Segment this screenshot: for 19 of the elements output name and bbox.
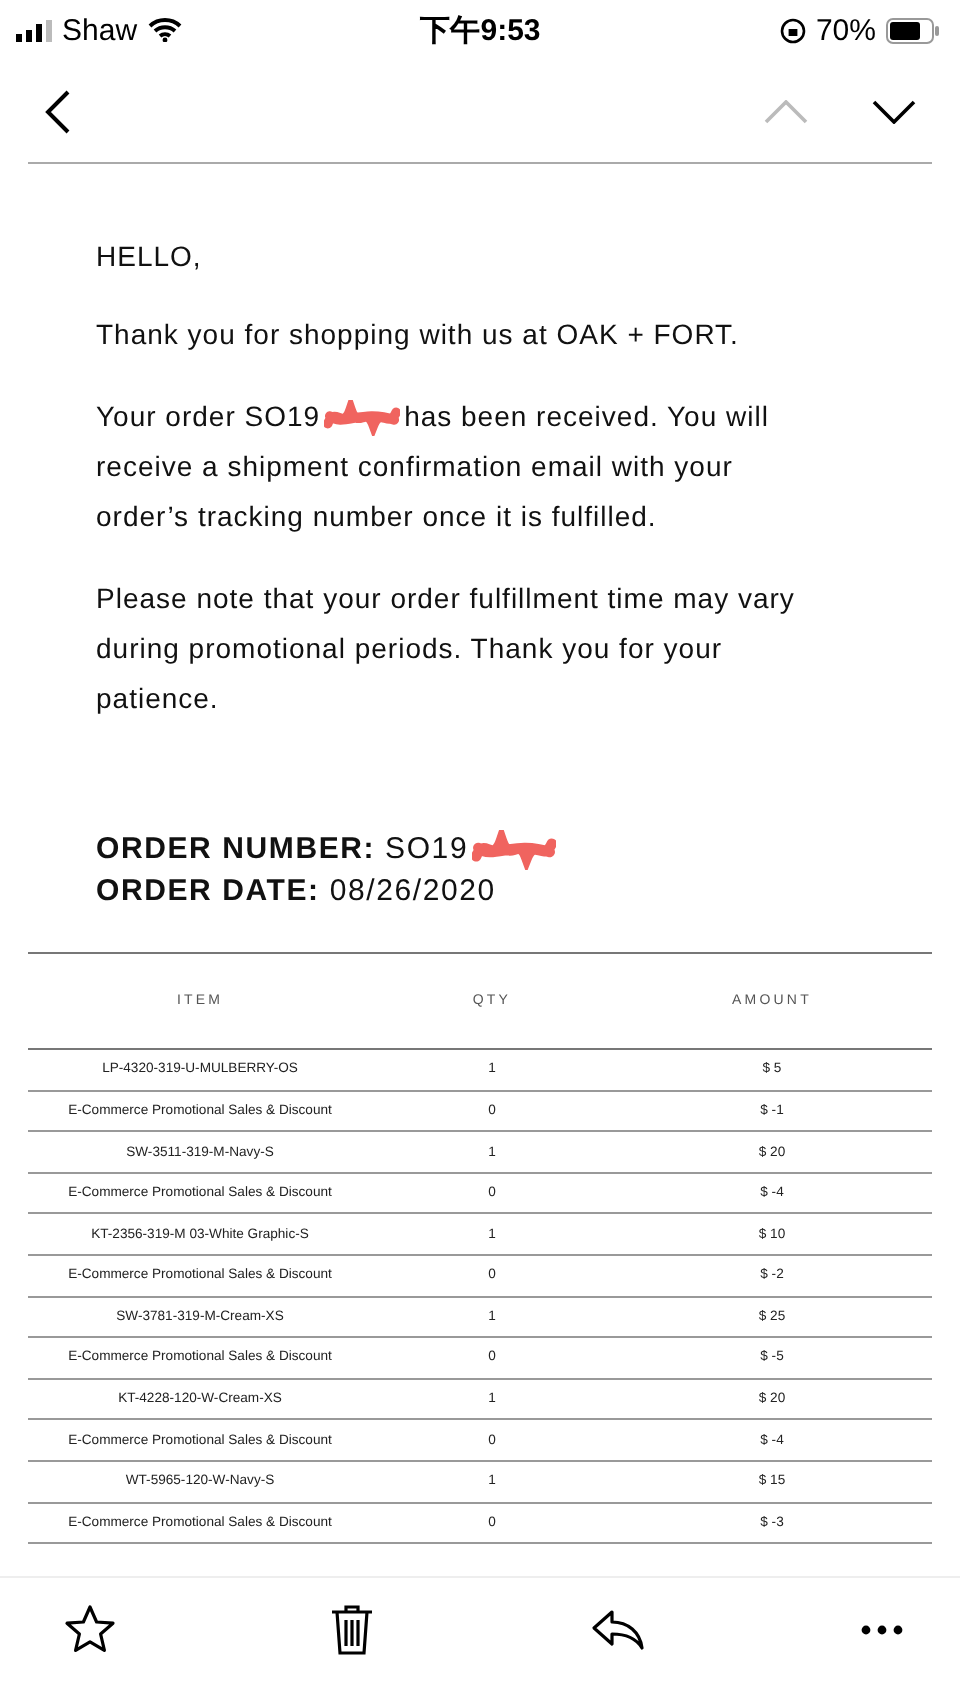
carrier-name: Shaw <box>62 13 138 47</box>
thanks-text: Thank you for shopping with us at OAK + FORT. <box>96 316 741 354</box>
order-number-value: SO19 <box>385 832 469 866</box>
greeting-text: HELLO, <box>96 238 204 276</box>
wifi-icon <box>147 18 182 42</box>
battery-percent: 70% <box>815 13 876 47</box>
order-received-text: has been received. You will <box>404 398 769 436</box>
redaction-scribble <box>324 399 401 435</box>
order-date-value: 08/26/2020 <box>329 874 496 909</box>
rotation-lock-icon <box>779 17 806 43</box>
order-intro-text: Your order SO19 <box>96 398 321 436</box>
order-date-label: ORDER DATE: <box>96 874 320 909</box>
clock-time: 下午9:53 <box>420 11 541 49</box>
signal-icon <box>16 19 52 41</box>
note-text: Please note that your order fulfillment time may vary during promotional periods. Thank you for your patience. <box>96 580 797 718</box>
order-tracking-text: receive a shipment confirmation email with your order’s tracking number once it is fulfilled. <box>96 448 735 536</box>
battery-icon <box>886 17 940 43</box>
redaction-scribble <box>472 830 557 871</box>
order-number-label: ORDER NUMBER: <box>96 832 376 866</box>
